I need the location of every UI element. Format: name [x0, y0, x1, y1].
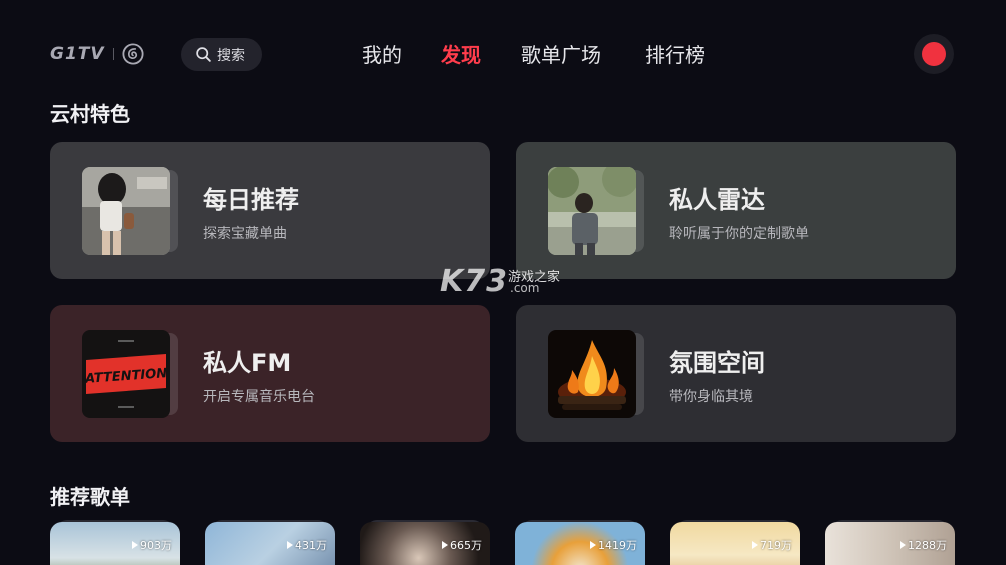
play-icon	[287, 541, 293, 549]
main-nav: 我的 发现 歌单广场 排行榜	[0, 40, 1006, 70]
atmosphere-space-cover	[548, 330, 644, 418]
private-fm-title: 私人FM	[203, 349, 292, 377]
private-fm-subtitle: 开启专属音乐电台	[203, 389, 315, 405]
private-radar-title: 私人雷达	[669, 186, 765, 214]
tab-discover[interactable]: 发现	[441, 40, 481, 70]
playlist-card[interactable]: 1419万	[515, 522, 645, 565]
record-button[interactable]	[914, 34, 954, 74]
play-count: 1419万	[590, 537, 637, 553]
daily-recommend-cover	[82, 167, 178, 255]
playlist-card[interactable]: 431万	[205, 522, 335, 565]
daily-recommend-title: 每日推荐	[203, 186, 299, 214]
playlist-card[interactable]: 903万	[50, 522, 180, 565]
play-icon	[442, 541, 448, 549]
atmosphere-space-title: 氛围空间	[669, 349, 765, 377]
record-icon	[922, 42, 946, 66]
private-radar-image	[548, 167, 636, 255]
private-fm-cover: ATTENTION	[82, 330, 178, 418]
private-fm-card[interactable]: ATTENTION 私人FM 开启专属音乐电台	[50, 305, 490, 442]
playlists-section-title: 推荐歌单	[50, 485, 130, 509]
watermark-brand: K73	[440, 264, 508, 299]
tab-playlist-square[interactable]: 歌单广场	[521, 40, 601, 70]
site-watermark: K73 游戏之家 .com	[440, 262, 570, 299]
daily-recommend-image	[82, 167, 170, 255]
top-bar: G1TV 搜索 我的 发现 歌单广场 排行榜	[0, 0, 1006, 100]
play-count: 665万	[442, 537, 482, 553]
private-radar-subtitle: 聆听属于你的定制歌单	[669, 226, 809, 242]
play-count: 1288万	[900, 537, 947, 553]
daily-recommend-card[interactable]: 每日推荐 探索宝藏单曲	[50, 142, 490, 279]
playlist-card[interactable]: 719万	[670, 522, 800, 565]
play-icon	[590, 541, 596, 549]
atmosphere-space-image	[548, 330, 636, 418]
play-count: 903万	[132, 537, 172, 553]
atmosphere-space-subtitle: 带你身临其境	[669, 389, 753, 405]
featured-section-title: 云村特色	[50, 102, 130, 126]
watermark-domain: .com	[510, 281, 540, 295]
playlist-card[interactable]: 1288万	[825, 522, 955, 565]
private-radar-card[interactable]: 私人雷达 聆听属于你的定制歌单	[516, 142, 956, 279]
play-icon	[900, 541, 906, 549]
play-icon	[132, 541, 138, 549]
daily-recommend-subtitle: 探索宝藏单曲	[203, 226, 287, 242]
tab-mine[interactable]: 我的	[362, 40, 402, 70]
private-fm-image: ATTENTION	[82, 330, 170, 418]
play-icon	[752, 541, 758, 549]
playlist-card[interactable]: 665万	[360, 522, 490, 565]
private-radar-cover	[548, 167, 644, 255]
play-count: 719万	[752, 537, 792, 553]
play-count: 431万	[287, 537, 327, 553]
atmosphere-space-card[interactable]: 氛围空间 带你身临其境	[516, 305, 956, 442]
tab-charts[interactable]: 排行榜	[645, 40, 705, 70]
